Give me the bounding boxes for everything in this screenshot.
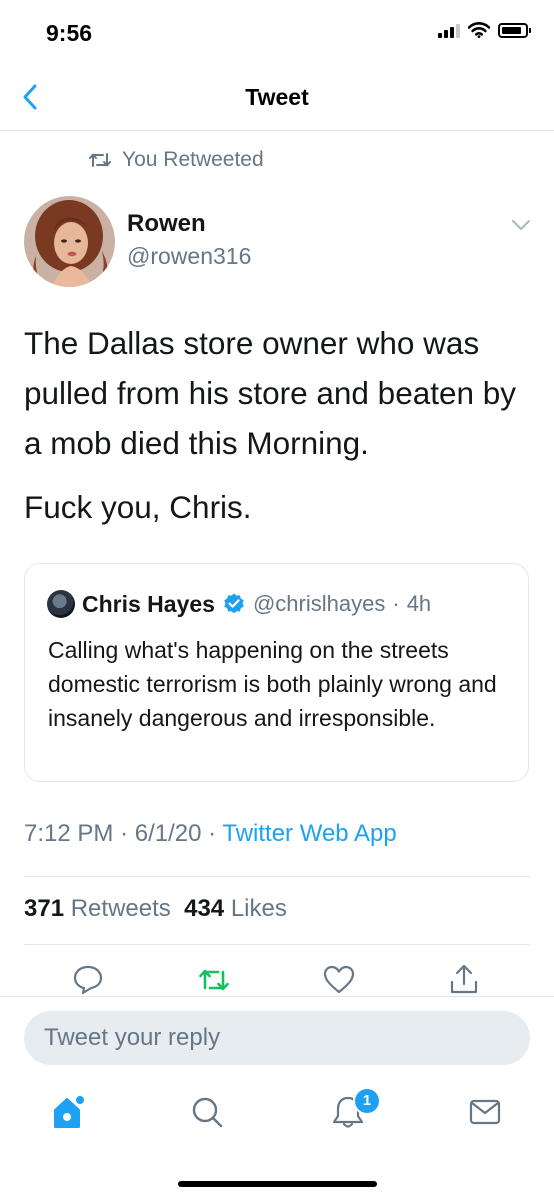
quoted-author-name: Chris Hayes <box>82 590 215 617</box>
retweet-count: 371 <box>24 895 65 922</box>
share-button[interactable] <box>446 962 482 998</box>
retweet-context-label: You Retweeted <box>122 148 264 171</box>
status-time: 9:56 <box>46 20 93 46</box>
quoted-tweet[interactable]: Chris Hayes @chrislhayes · 4h Calling wh… <box>24 563 529 782</box>
divider <box>0 996 554 997</box>
reply-input[interactable]: Tweet your reply <box>24 1011 530 1065</box>
author-name[interactable]: Rowen <box>127 210 206 238</box>
engagement-counts: 371 Retweets 434 Likes <box>24 895 287 923</box>
divider <box>24 944 530 945</box>
battery-icon <box>498 22 531 38</box>
retweet-icon <box>89 153 111 167</box>
likes-link[interactable]: 434 Likes <box>184 895 287 922</box>
tab-home[interactable] <box>48 1092 88 1132</box>
avatar[interactable] <box>24 196 115 287</box>
quoted-avatar <box>47 590 75 618</box>
like-icon <box>323 965 355 994</box>
cellular-signal-icon <box>438 22 460 38</box>
like-label: Likes <box>230 895 287 922</box>
search-icon <box>192 1097 223 1128</box>
verified-badge-icon <box>224 593 244 614</box>
tweet-text-paragraph: Fuck you, Chris. <box>24 489 252 525</box>
retweets-link[interactable]: 371 Retweets <box>24 895 171 922</box>
tweet-time: 7:12 PM <box>24 820 114 847</box>
tab-messages[interactable] <box>466 1092 506 1132</box>
share-icon <box>450 964 478 994</box>
tweet-meta: 7:12 PM · 6/1/20 · Twitter Web App <box>24 820 397 848</box>
author-handle[interactable]: @rowen316 <box>127 243 251 270</box>
tweet-options-button[interactable] <box>510 218 532 237</box>
retweet-label: Retweets <box>70 895 171 922</box>
like-button[interactable] <box>321 962 357 998</box>
tab-search[interactable] <box>187 1092 227 1132</box>
wifi-icon <box>468 22 490 38</box>
tweet-text: The Dallas store owner who was pulled fr… <box>24 318 534 532</box>
status-icons <box>438 22 531 38</box>
reply-button[interactable] <box>70 962 106 998</box>
retweet-context: You Retweeted <box>88 148 264 172</box>
tweet-text-paragraph: The Dallas store owner who was pulled fr… <box>24 325 517 461</box>
avatar-image <box>24 196 115 287</box>
like-count: 434 <box>184 895 225 922</box>
tweet-source-link[interactable]: Twitter Web App <box>222 820 396 847</box>
chevron-down-icon <box>512 220 530 230</box>
quoted-separator: · <box>392 591 400 616</box>
tweet-date: 6/1/20 <box>134 820 202 847</box>
messages-icon <box>469 1099 501 1125</box>
home-indicator <box>178 1181 377 1187</box>
quoted-author-handle: @chrislhayes <box>252 591 386 616</box>
quoted-age: 4h <box>406 591 432 616</box>
retweet-button[interactable] <box>196 962 232 998</box>
notification-badge: 1 <box>355 1089 379 1113</box>
nav-divider <box>0 130 554 131</box>
divider <box>24 876 530 877</box>
home-icon <box>54 1096 84 1128</box>
quoted-tweet-text: Calling what's happening on the streets … <box>48 637 497 731</box>
quoted-tweet-header: Chris Hayes @chrislhayes · 4h <box>47 590 431 618</box>
tweet-actions <box>0 962 554 998</box>
page-title: Tweet <box>245 84 309 110</box>
reply-icon <box>73 965 103 995</box>
meta-separator: · <box>208 820 223 847</box>
meta-separator: · <box>120 820 135 847</box>
retweet-icon <box>199 969 229 991</box>
